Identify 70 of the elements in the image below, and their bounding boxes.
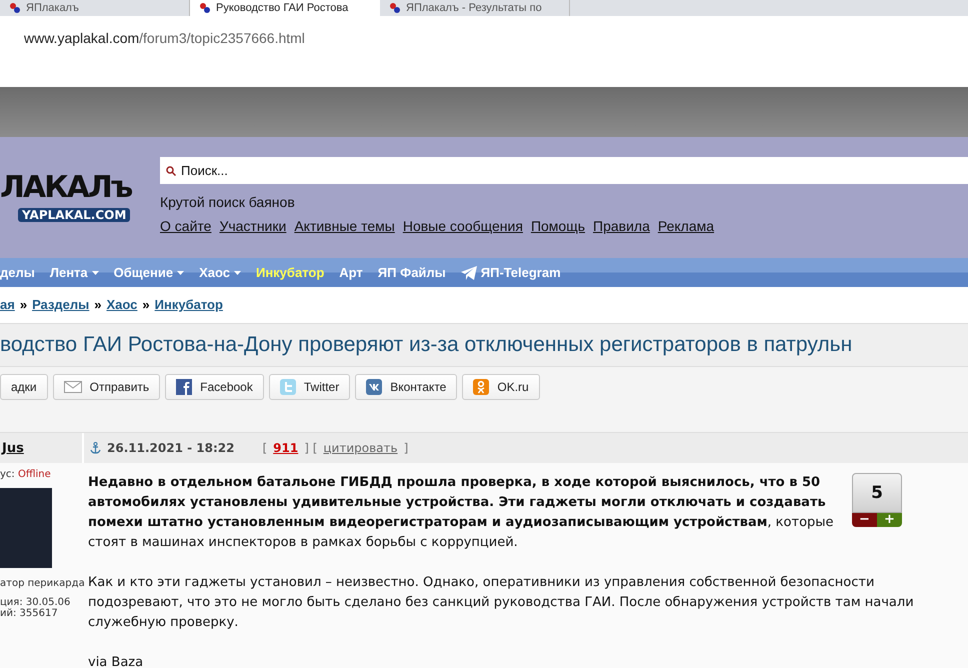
vk-icon — [366, 379, 382, 395]
header-link[interactable]: Помощь — [530, 216, 586, 237]
search-tagline: Крутой поиск баянов — [160, 193, 296, 212]
registration-date: ция: 30.05.06 — [0, 597, 72, 608]
status-value: Offline — [18, 469, 51, 480]
topic-title: водство ГАИ Ростова-на-Дону проверяют из-за отключенных регистраторов в патрульн — [0, 323, 968, 367]
breadcrumb-link[interactable]: Инкубатор — [154, 295, 223, 315]
tab-title: ЯПлакалъ — [26, 1, 79, 15]
ok-icon — [473, 379, 490, 395]
nav-link[interactable]: Общение — [114, 262, 184, 282]
minus-button[interactable]: − — [852, 513, 877, 527]
search-field[interactable]: Поиск... — [160, 157, 968, 184]
header-link[interactable]: О сайте — [160, 216, 212, 237]
post-date: 26.11.2021 - 18:22 — [107, 441, 234, 455]
browser-tab[interactable]: Руководство ГАИ Ростова — [190, 0, 380, 16]
header-link[interactable]: Правила — [593, 216, 650, 237]
caret-icon — [234, 270, 241, 274]
favicon-icon — [10, 3, 20, 13]
user-rank: атор перикарда — [0, 578, 84, 589]
header-link[interactable]: Новые сообщения — [402, 216, 523, 237]
share-button[interactable]: Вконтакте — [355, 374, 458, 400]
nav-link[interactable]: ЯП-Telegram — [460, 262, 561, 282]
nav-link[interactable]: Инкубатор — [256, 262, 324, 282]
logo-subtitle: YAPLAKAL.COM — [18, 208, 130, 222]
browser-tab[interactable]: ЯПлакалъ - Результаты по — [380, 0, 570, 16]
share-button[interactable]: OK.ru — [462, 374, 540, 400]
header-link[interactable]: Активные темы — [294, 216, 395, 237]
nav-link[interactable]: ЯП Файлы — [378, 262, 446, 282]
breadcrumb-separator: » — [94, 296, 102, 314]
breadcrumb-separator: » — [20, 296, 28, 314]
status-label: ус: — [0, 469, 15, 480]
breadcrumb-link[interactable]: Хаос — [106, 295, 138, 315]
post-paragraph: Как и кто эти гаджеты установил – неизвестно. Однако, оперативники из управления собственной безопасности подозревают, что это не могло быть сделано без санкций руководства ГАИ. После обнаружения устройств там начали служебную проверку. — [88, 574, 915, 632]
address-field[interactable]: www.yaplakal.com/forum3/topic2357666.html — [0, 16, 968, 60]
rating-value: 5 — [852, 473, 902, 513]
header-link[interactable]: Участники — [219, 216, 286, 237]
caret-icon — [177, 270, 184, 274]
paper-plane-icon — [460, 266, 477, 280]
nav-link[interactable]: делы — [0, 262, 35, 282]
share-button[interactable]: Отправить — [52, 374, 160, 400]
post-count: ий: 355617 — [0, 608, 59, 619]
post-paragraph: via Baza — [88, 654, 144, 668]
reply-count-link[interactable]: 911 — [273, 441, 298, 455]
caret-icon — [92, 270, 99, 274]
favicon-icon — [200, 3, 210, 13]
breadcrumb-link[interactable]: Разделы — [32, 295, 90, 315]
bracket-text: ] [ — [304, 441, 318, 455]
post-paragraph: Недавно в отдельном батальоне ГИБДД прошла проверка, в ходе которой выяснилось, что в 50 автомобилях установлены удивительные устройства. Эти гаджеты могли отключать и создавать помехи штатно установленным видеорегистраторам и аудиозаписывающим устройствам, которые стоят в машинах инспекторов в рамках борьбы с коррупцией. — [88, 474, 834, 552]
envelope-icon — [64, 379, 82, 395]
quote-link[interactable]: цитировать — [323, 441, 398, 455]
nav-link[interactable]: Арт — [339, 262, 363, 282]
bracket-text: ] — [404, 441, 408, 455]
site-logo[interactable]: ЛАКАЛъ — [0, 171, 132, 205]
breadcrumb-separator: » — [142, 296, 150, 314]
share-button[interactable]: Facebook — [165, 374, 264, 400]
bracket-text: [ — [262, 441, 268, 455]
author-link[interactable]: Jus — [2, 440, 24, 456]
header-link[interactable]: Реклама — [658, 216, 714, 237]
share-button[interactable]: Twitter — [268, 374, 350, 400]
facebook-icon — [176, 379, 192, 395]
nav-link[interactable]: Хаос — [199, 262, 241, 282]
anchor-icon — [90, 442, 101, 454]
breadcrumb-link[interactable]: ая — [0, 295, 15, 315]
tab-title: Руководство ГАИ Ростова — [216, 1, 348, 15]
twitter-icon — [280, 379, 296, 395]
tab-title: ЯПлакалъ - Результаты по — [406, 1, 542, 15]
favicon-icon — [390, 3, 400, 13]
share-button[interactable]: адки — [0, 374, 48, 400]
plus-button[interactable]: + — [877, 513, 902, 527]
nav-link[interactable]: Лента — [50, 262, 99, 282]
